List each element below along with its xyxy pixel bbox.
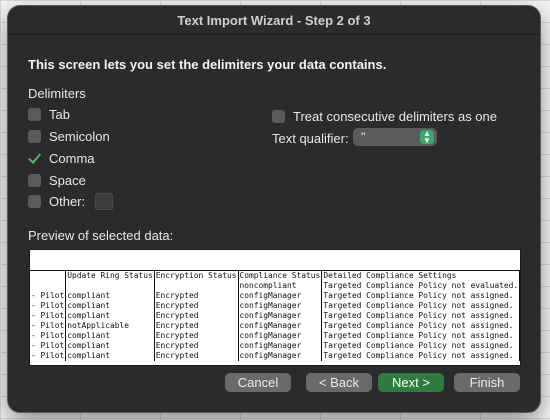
preview-cell: Targeted Compliance Policy not assigned. (321, 351, 520, 361)
preview-cell: configManager (237, 341, 322, 351)
preview-cell: hea (519, 351, 520, 361)
consecutive-delimiters-checkbox[interactable] (272, 110, 285, 123)
back-button[interactable]: < Back (306, 373, 372, 392)
preview-cell: Targeted Compliance Policy not evaluated… (321, 281, 520, 291)
preview-row: noncompliant Targeted Compliance Policy n… (30, 281, 520, 291)
semicolon-option[interactable]: Semicolon (28, 128, 110, 144)
preview-cell: - Pilot (31, 301, 65, 310)
preview-cell: Update Ring Status (65, 270, 155, 281)
space-label: Space (49, 172, 86, 188)
preview-row: - Pilot compliant Encrypted configManager Ta… (30, 301, 520, 311)
preview-cell: Targeted Compliance Policy not assigned. (321, 321, 520, 331)
chevron-updown-icon: ▲ ▼ (420, 130, 434, 145)
preview-cell: compliant (65, 341, 155, 351)
preview-cell (30, 281, 66, 291)
comma-label: Comma (49, 150, 95, 166)
preview-cell: configManager (237, 351, 322, 361)
data-preview-pane[interactable]: Update Ring Status Encryption Status Compl… (29, 249, 521, 366)
next-button[interactable]: Next > (378, 373, 444, 392)
other-label: Other: (49, 193, 86, 209)
preview-cell: - Pilot (31, 351, 65, 360)
preview-cell: unk (519, 291, 520, 301)
preview-cell: configManager (237, 291, 322, 301)
finish-button[interactable]: Finish (454, 373, 520, 392)
text-qualifier-label: Text qualifier: (272, 131, 349, 146)
preview-cell (153, 281, 239, 291)
preview-cell: Encrypted (153, 331, 239, 341)
preview-cell: notApplicable (65, 321, 155, 331)
preview-cell: hea (519, 301, 520, 311)
consecutive-delimiters-option[interactable]: Treat consecutive delimiters as one (272, 109, 497, 124)
preview-row: - Pilot compliant Encrypted configManager Ta… (30, 291, 520, 301)
preview-cell: Detailed Compliance Settings (321, 270, 520, 281)
preview-cell: Targeted Compliance Policy not assigned. (321, 291, 520, 301)
preview-cell: Encrypted (153, 321, 239, 331)
preview-cell: noncompliant (237, 281, 322, 291)
preview-label: Preview of selected data: (28, 228, 174, 243)
preview-cell: Targeted Compliance Policy not assigned. (321, 331, 520, 341)
preview-cell (65, 281, 155, 291)
preview-cell: Compliance Status (237, 270, 322, 281)
semicolon-checkbox[interactable] (28, 129, 41, 143)
preview-cell: configManager (237, 311, 322, 321)
preview-cell: compliant (65, 351, 155, 361)
tab-option[interactable]: Tab (28, 106, 70, 122)
preview-cell: - Pilot (31, 331, 65, 340)
preview-cell: compliant (65, 291, 155, 301)
space-option[interactable]: Space (28, 172, 86, 188)
space-checkbox[interactable] (28, 173, 41, 187)
preview-row: Update Ring Status Encryption Status Compl… (30, 270, 520, 281)
preview-row: - Pilot compliant Encrypted configManager Ta… (30, 351, 520, 361)
preview-cell: SCC (519, 270, 520, 281)
text-qualifier-value: " (361, 130, 366, 144)
preview-cell: compliant (65, 331, 155, 341)
preview-cell: configManager (237, 331, 322, 341)
preview-cell: Targeted Compliance Policy not assigned. (321, 341, 520, 351)
preview-cell: compliant (65, 311, 155, 321)
preview-cell: Encrypted (153, 311, 239, 321)
preview-cell: - Pilot (31, 321, 65, 330)
preview-table: Update Ring Status Encryption Status Compl… (30, 270, 520, 361)
preview-cell: configManager (237, 301, 322, 311)
preview-row: - Pilot notApplicable Encrypted configManag… (30, 321, 520, 331)
preview-cell: Encrypted (153, 301, 239, 311)
preview-cell: - Pilot (31, 311, 65, 320)
other-option[interactable]: Other: (28, 192, 114, 210)
semicolon-label: Semicolon (49, 128, 110, 144)
other-delimiter-input[interactable] (95, 192, 114, 210)
preview-cell: Encrypted (153, 341, 239, 351)
preview-cell: Targeted Compliance Policy not assigned. (321, 301, 520, 311)
preview-cell: Targeted Compliance Policy not assigned. (321, 311, 520, 321)
preview-row: - Pilot compliant Encrypted configManager Ta… (30, 341, 520, 351)
preview-cell: Int (519, 281, 520, 291)
preview-cell: unk (519, 341, 520, 351)
preview-cell: hea (519, 311, 520, 321)
preview-row: - Pilot compliant Encrypted configManager Ta… (30, 311, 520, 321)
preview-cell: Encrypted (153, 351, 239, 361)
comma-option[interactable]: Comma (28, 150, 95, 166)
comma-checkbox[interactable] (28, 152, 41, 165)
other-checkbox[interactable] (28, 194, 41, 208)
window-title: Text Import Wizard - Step 2 of 3 (177, 13, 371, 28)
tab-checkbox[interactable] (28, 107, 41, 121)
preview-cell (30, 270, 66, 281)
tab-label: Tab (49, 106, 70, 122)
preview-cell: configManager (237, 321, 322, 331)
preview-cell: hea (519, 331, 520, 341)
preview-cell: compliant (65, 301, 155, 311)
consecutive-delimiters-label: Treat consecutive delimiters as one (293, 109, 498, 124)
preview-cell: hea (519, 321, 520, 331)
preview-cell: - Pilot (31, 341, 65, 350)
text-import-wizard-dialog: Text Import Wizard - Step 2 of 3 This sc… (8, 6, 540, 412)
preview-row: - Pilot compliant Encrypted configManager Ta… (30, 331, 520, 341)
titlebar-divider (8, 34, 540, 35)
preview-cell: - Pilot (31, 291, 65, 300)
preview-cell: Encryption Status (153, 270, 239, 281)
delimiters-label: Delimiters (28, 86, 86, 101)
text-qualifier-select[interactable]: " ▲ ▼ (353, 128, 437, 146)
cancel-button[interactable]: Cancel (225, 373, 291, 392)
intro-text: This screen lets you set the delimiters … (28, 57, 387, 72)
preview-cell: Encrypted (153, 291, 239, 301)
